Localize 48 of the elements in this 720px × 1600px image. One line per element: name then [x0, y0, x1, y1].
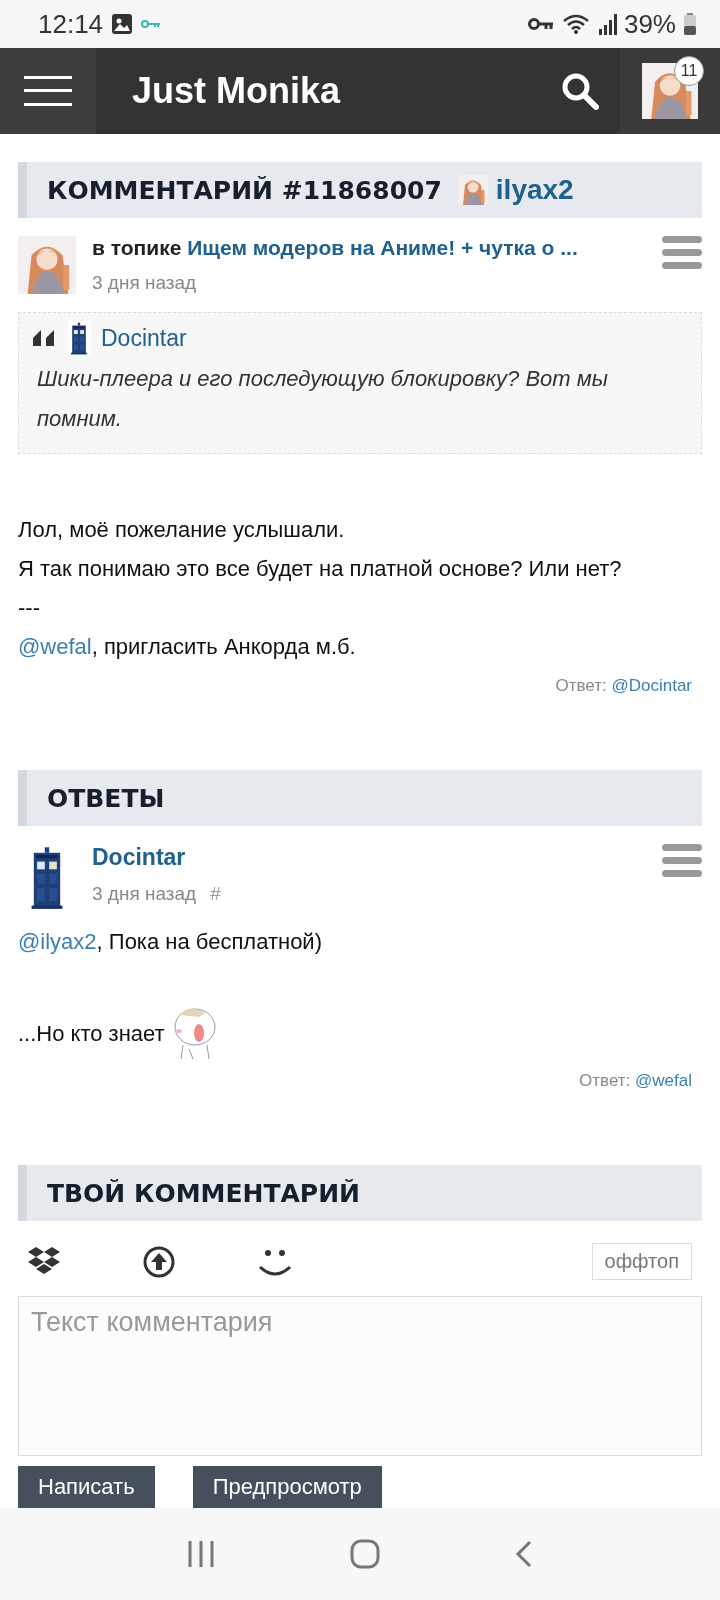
comment-field[interactable]: Текст комментария [18, 1296, 702, 1456]
search-icon[interactable] [561, 72, 599, 110]
recent-apps-icon[interactable] [187, 1540, 216, 1568]
permalink[interactable]: # [210, 883, 221, 905]
comment-text: @ilyax2, Пока на бесплатной) [18, 928, 322, 956]
submit-button[interactable]: Написать [18, 1466, 155, 1508]
home-icon[interactable] [350, 1539, 380, 1569]
reply-label: Ответ: [555, 676, 607, 695]
topic-link[interactable]: Ищем модеров на Аниме! + чутка о ... [187, 236, 578, 259]
quote-text: Шики-плеера и его последующую блокировку? Вот мы помним. [37, 365, 610, 433]
upload-icon[interactable] [142, 1244, 176, 1279]
battery-icon [684, 13, 696, 35]
reply-label: Ответ: [579, 1071, 631, 1090]
menu-icon [24, 76, 72, 106]
key-icon [527, 16, 554, 32]
battery-level: 39% [623, 8, 676, 40]
timestamp: 3 дня назад [92, 272, 197, 294]
mention-link[interactable]: @ilyax2 [18, 929, 97, 954]
mention-link[interactable]: @wefal [18, 634, 92, 659]
section-heading: ОТВЕТЫ [47, 783, 165, 813]
section-heading: КОММЕНТАРИЙ #11868007 [47, 175, 442, 205]
signal-icon [597, 13, 618, 35]
author-link[interactable]: ilyax2 [457, 174, 574, 206]
quote-author-link[interactable]: Docintar [101, 324, 187, 352]
menu-button[interactable] [0, 48, 96, 134]
wifi-icon [561, 13, 590, 35]
timestamp: 3 дня назад [92, 883, 197, 905]
preview-button[interactable]: Предпросмотр [192, 1466, 382, 1508]
section-heading: ТВОЙ КОММЕНТАРИЙ [47, 1178, 360, 1208]
menu-icon[interactable] [662, 844, 702, 878]
comment-text: @wefal, пригласить Анкорда м.б. [18, 633, 357, 661]
comment-text: --- [18, 594, 41, 622]
offtopic-button[interactable]: оффтоп [591, 1243, 692, 1280]
reply-to-link[interactable]: @Docintar [611, 676, 692, 695]
author-link[interactable]: Docintar [92, 844, 186, 871]
key-icon [141, 18, 162, 30]
site-title[interactable]: Just Monika [96, 70, 540, 112]
clock: 12:14 [38, 8, 104, 40]
notification-badge: 11 [674, 56, 704, 86]
comment-text: Лол, моё пожелание услышали. [18, 516, 346, 544]
topic-line: в топике Ищем модеров на Аниме! + чутка о ... [92, 236, 579, 260]
menu-icon[interactable] [662, 236, 702, 270]
quote-icon [33, 330, 57, 346]
image-icon [111, 13, 134, 35]
comment-text: Я так понимаю это все будет на платной основе? Или нет? [18, 555, 623, 583]
reply-to-link[interactable]: @wefal [635, 1071, 692, 1090]
back-icon[interactable] [514, 1540, 533, 1568]
comment-text: ...Но кто знает [18, 1019, 165, 1048]
